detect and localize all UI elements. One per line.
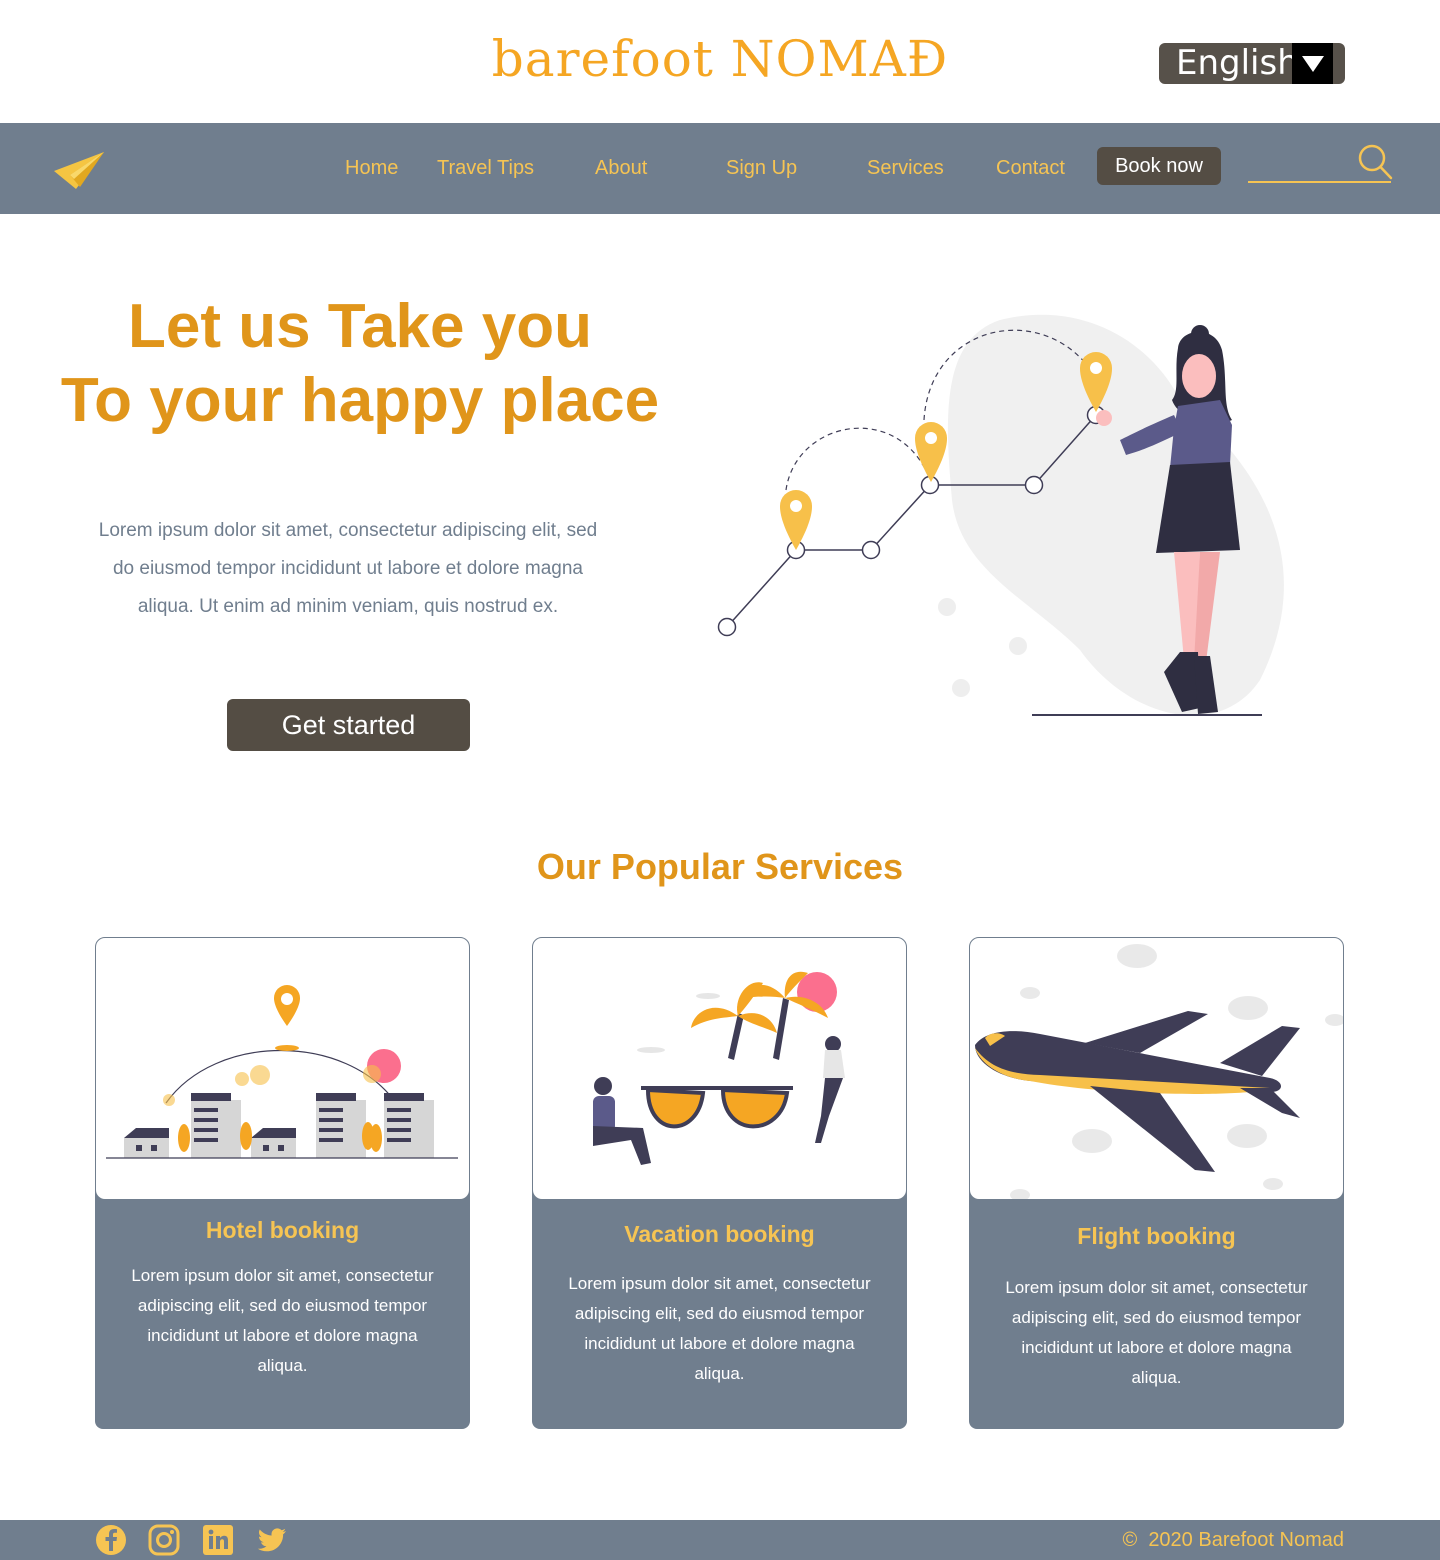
hotel-card-text-line-1: Lorem ipsum dolor sit amet, consectetur	[131, 1266, 434, 1285]
service-card-hotel[interactable]: Hotel booking Lorem ipsum dolor sit amet…	[95, 937, 470, 1429]
copyright-symbol: ©	[1122, 1529, 1138, 1551]
vacation-card-text: Lorem ipsum dolor sit amet, consectetur …	[552, 1269, 887, 1389]
nav-link-contact[interactable]: Contact	[996, 157, 1065, 180]
vacation-card-text-line-4: aliqua.	[694, 1364, 745, 1383]
chevron-down-icon[interactable]	[1292, 43, 1333, 84]
nav-link-home[interactable]: Home	[345, 157, 398, 180]
get-started-button[interactable]: Get started	[227, 699, 470, 751]
flight-card-text-line-4: aliqua.	[1131, 1368, 1182, 1387]
page-footer: © 2020 Barefoot Nomad	[0, 1520, 1440, 1560]
language-select-value: English	[1176, 43, 1299, 83]
hero-text-line-2: do eiusmod tempor incididunt ut labore e…	[112, 558, 583, 579]
flight-illustration	[969, 937, 1344, 1200]
service-card-vacation[interactable]: Vacation booking Lorem ipsum dolor sit a…	[532, 937, 907, 1429]
hotel-card-title: Hotel booking	[205, 1217, 360, 1243]
copyright-text: © 2020 Barefoot Nomad	[1122, 1529, 1344, 1552]
flight-card-title: Flight booking	[1077, 1223, 1236, 1249]
flight-card-text-line-3: incididunt ut labore et dolore magna	[1021, 1338, 1292, 1357]
flight-card-text-line-1: Lorem ipsum dolor sit amet, consectetur	[1005, 1278, 1308, 1297]
nav-link-sign-up[interactable]: Sign Up	[726, 157, 797, 180]
book-now-button[interactable]: Book now	[1097, 147, 1221, 185]
flight-card-body: Flight booking Lorem ipsum dolor sit ame…	[969, 1187, 1344, 1429]
search-input[interactable]	[1248, 147, 1358, 183]
hero-traveler-illustration	[700, 300, 1320, 735]
vacation-card-body: Vacation booking Lorem ipsum dolor sit a…	[532, 1187, 907, 1429]
hotel-illustration	[95, 937, 470, 1200]
flight-card-text: Lorem ipsum dolor sit amet, consectetur …	[989, 1273, 1324, 1393]
service-card-flight[interactable]: Flight booking Lorem ipsum dolor sit ame…	[969, 937, 1344, 1429]
vacation-card-text-line-1: Lorem ipsum dolor sit amet, consectetur	[568, 1274, 871, 1293]
nav-link-travel-tips[interactable]: Travel Tips	[437, 157, 534, 180]
vacation-card-title: Vacation booking	[624, 1221, 815, 1247]
hotel-card-body: Hotel booking Lorem ipsum dolor sit amet…	[95, 1187, 470, 1429]
main-navigation: Home Travel Tips About Sign Up Services …	[0, 123, 1440, 214]
hero-text-line-1: Lorem ipsum dolor sit amet, consectetur …	[98, 520, 598, 541]
hotel-card-text-line-4: aliqua.	[257, 1356, 308, 1375]
hero-title-line-2: To your happy place	[60, 366, 660, 435]
hero-title: Let us Take you To your happy place	[60, 290, 660, 438]
hotel-card-text-line-2: adipiscing elit, sed do eiusmod tempor	[137, 1296, 428, 1315]
hotel-card-text: Lorem ipsum dolor sit amet, consectetur …	[115, 1261, 450, 1381]
facebook-icon[interactable]	[95, 1524, 127, 1560]
vacation-illustration	[532, 937, 907, 1200]
paper-plane-logo-icon[interactable]	[54, 149, 106, 194]
nav-link-services[interactable]: Services	[867, 157, 944, 180]
hero-description: Lorem ipsum dolor sit amet, consectetur …	[78, 512, 618, 626]
vacation-card-text-line-3: incididunt ut labore et dolore magna	[584, 1334, 855, 1353]
copyright-label: 2020 Barefoot Nomad	[1148, 1529, 1344, 1551]
twitter-icon[interactable]	[256, 1524, 288, 1560]
instagram-icon[interactable]	[148, 1524, 180, 1560]
services-section-title: Our Popular Services	[536, 846, 904, 887]
nav-link-about[interactable]: About	[595, 157, 647, 180]
flight-card-text-line-2: adipiscing elit, sed do eiusmod tempor	[1011, 1308, 1302, 1327]
hero-text-line-3: aliqua. Ut enim ad minim veniam, quis no…	[137, 596, 559, 617]
language-select[interactable]: English	[1159, 43, 1345, 84]
search-icon[interactable]	[1356, 143, 1394, 186]
hotel-card-text-line-3: incididunt ut labore et dolore magna	[147, 1326, 418, 1345]
vacation-card-text-line-2: adipiscing elit, sed do eiusmod tempor	[574, 1304, 865, 1323]
hero-title-line-1: Let us Take you	[128, 292, 592, 361]
linkedin-icon[interactable]	[202, 1524, 234, 1560]
